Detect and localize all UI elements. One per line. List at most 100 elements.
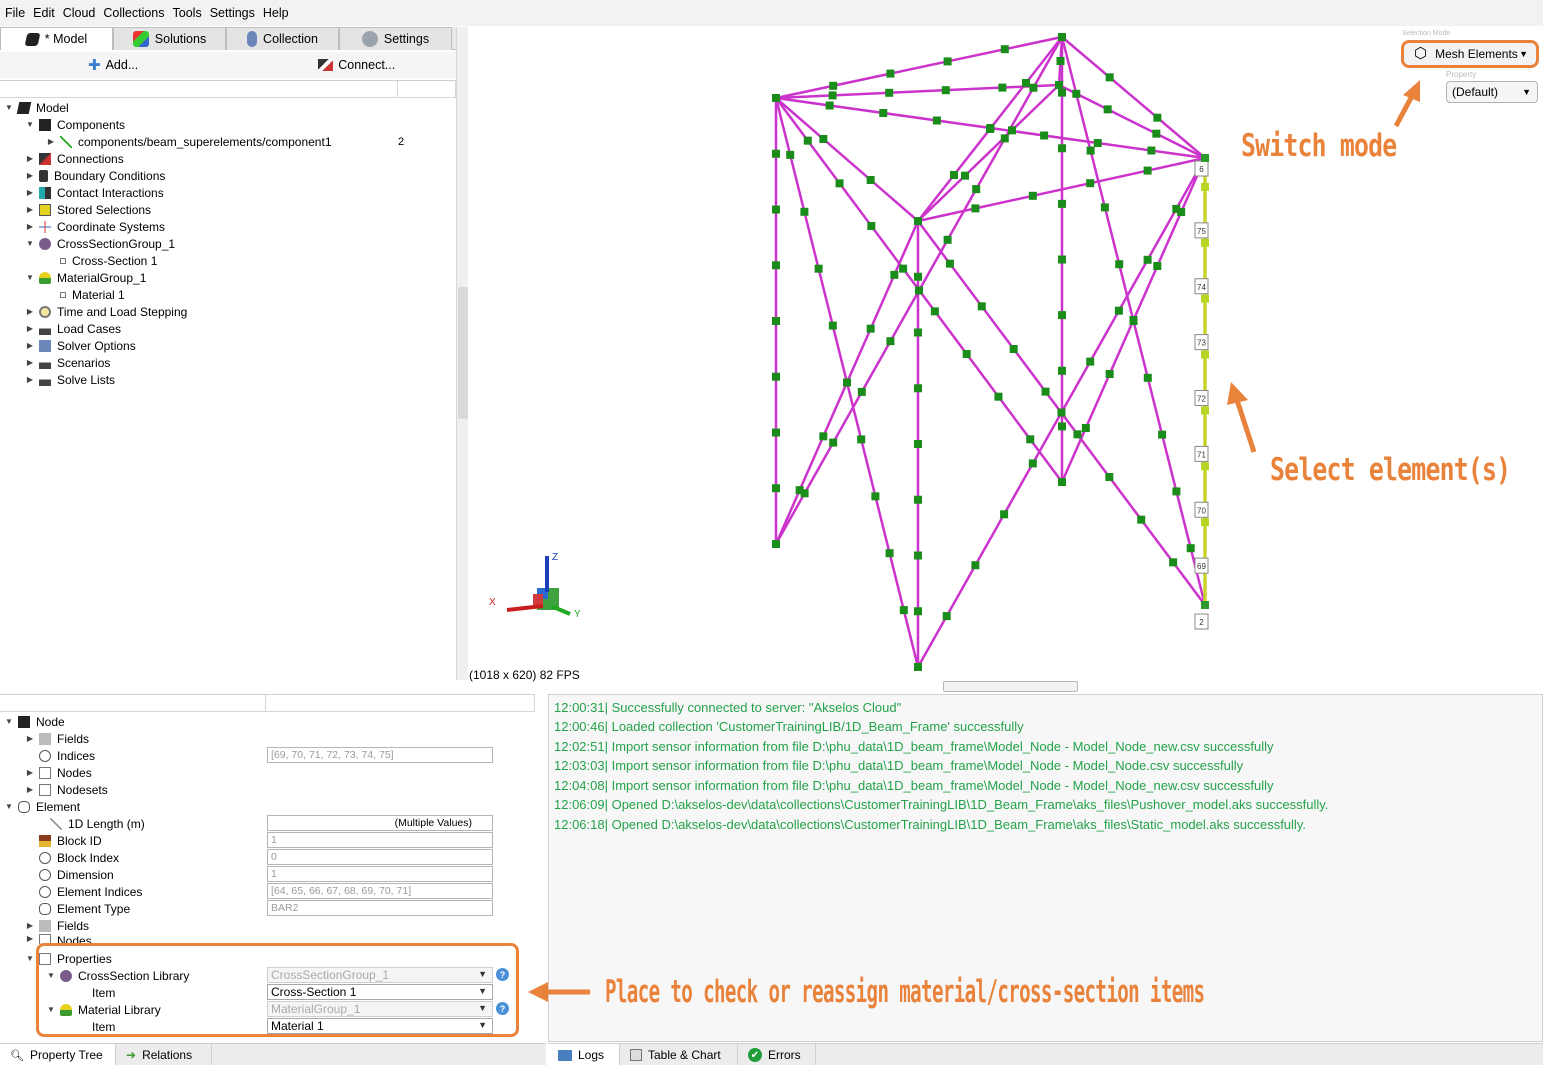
mesh-node[interactable]	[843, 378, 851, 387]
property-dropdown[interactable]: (Default) ▼	[1446, 81, 1538, 103]
mesh-node[interactable]	[1086, 357, 1095, 366]
mesh-node[interactable]	[972, 185, 981, 194]
prop-nodesets[interactable]: ▶ Nodesets	[25, 781, 108, 798]
chevron-right-icon[interactable]: ▶	[25, 222, 35, 231]
tree-item-time-load-stepping[interactable]: ▶ Time and Load Stepping	[25, 303, 187, 320]
3d-viewport[interactable]: 6 75 74 73 72 71 70 69 2	[469, 27, 1543, 682]
chevron-down-icon[interactable]: ▼	[4, 802, 14, 811]
menu-settings[interactable]: Settings	[209, 6, 262, 20]
mesh-node[interactable]	[1172, 487, 1181, 496]
mesh-node[interactable]	[1086, 146, 1095, 155]
tree-item-contact-interactions[interactable]: ▶ Contact Interactions	[25, 184, 164, 201]
mesh-node[interactable]	[914, 495, 922, 504]
mesh-node[interactable]	[871, 492, 880, 501]
mesh-node[interactable]	[772, 205, 780, 214]
mesh-node[interactable]	[1008, 126, 1016, 135]
mesh-node[interactable]	[1169, 558, 1178, 567]
selection-mode-dropdown[interactable]: ⬡ Mesh Elements ▼	[1401, 40, 1539, 68]
mesh-node[interactable]	[915, 286, 923, 295]
menu-file[interactable]: File	[4, 6, 32, 20]
mesh-node[interactable]	[1105, 73, 1114, 82]
mesh-node[interactable]	[1022, 79, 1030, 87]
menu-edit[interactable]: Edit	[32, 6, 62, 20]
tree-item-load-cases[interactable]: ▶ Load Cases	[25, 320, 121, 337]
chevron-down-icon[interactable]: ▼	[4, 103, 14, 112]
mesh-node[interactable]	[828, 321, 837, 330]
chevron-right-icon[interactable]: ▶	[25, 768, 35, 777]
chevron-right-icon[interactable]: ▶	[25, 171, 35, 180]
mesh-node[interactable]	[977, 302, 986, 311]
prop-fields-2[interactable]: ▶ Fields	[25, 917, 89, 934]
selected-end-node[interactable]	[1201, 154, 1209, 162]
selected-node[interactable]	[1201, 518, 1209, 527]
splitter-handle[interactable]	[458, 287, 468, 419]
mesh-node[interactable]	[1152, 129, 1161, 138]
prop-element[interactable]: ▼ Element	[4, 798, 80, 815]
menu-tools[interactable]: Tools	[172, 6, 209, 20]
prop-nodes[interactable]: ▶ Nodes	[25, 764, 92, 781]
tree-item-solver-options[interactable]: ▶ Solver Options	[25, 337, 136, 354]
mesh-node[interactable]	[885, 549, 894, 558]
mesh-node[interactable]	[857, 387, 866, 396]
mesh-node[interactable]	[945, 259, 954, 268]
mesh-node[interactable]	[772, 540, 780, 548]
tree-item-model[interactable]: ▼ Model	[4, 99, 69, 116]
mesh-node[interactable]	[1058, 88, 1066, 97]
mesh-node[interactable]	[1143, 255, 1152, 264]
mesh-node[interactable]	[941, 86, 950, 95]
selected-node[interactable]	[1201, 182, 1209, 191]
tree-item-component1[interactable]: ▶ components/beam_superelements/componen…	[46, 133, 456, 150]
mesh-node[interactable]	[886, 337, 895, 346]
mesh-node[interactable]	[914, 328, 922, 337]
chevron-right-icon[interactable]: ▶	[25, 734, 35, 743]
mesh-node[interactable]	[1055, 81, 1063, 89]
mesh-node[interactable]	[829, 81, 838, 90]
add-button[interactable]: ✚ Add...	[88, 56, 138, 74]
mesh-node[interactable]	[1000, 134, 1009, 143]
mesh-node[interactable]	[1058, 144, 1066, 153]
mesh-node[interactable]	[914, 384, 922, 393]
mesh-node[interactable]	[943, 57, 952, 66]
mesh-node[interactable]	[1153, 113, 1162, 122]
mesh-node[interactable]	[772, 317, 780, 325]
mesh-node[interactable]	[867, 222, 876, 230]
mesh-node[interactable]	[1105, 473, 1114, 481]
beam-element[interactable]	[775, 35, 1063, 100]
menu-help[interactable]: Help	[262, 6, 296, 20]
tree-item-cross-section-group[interactable]: ▼ CrossSectionGroup_1	[25, 235, 175, 252]
selected-node[interactable]	[1201, 406, 1209, 415]
mesh-node[interactable]	[1158, 430, 1167, 439]
mesh-node[interactable]	[1086, 179, 1095, 188]
mesh-node[interactable]	[829, 438, 838, 447]
chevron-right-icon[interactable]: ▶	[25, 205, 35, 214]
mesh-node[interactable]	[1073, 430, 1082, 439]
mesh-node[interactable]	[971, 561, 980, 570]
tree-item-material-group[interactable]: ▼ MaterialGroup_1	[25, 269, 146, 286]
mesh-node[interactable]	[1081, 424, 1090, 432]
tab-solutions[interactable]: Solutions	[113, 27, 226, 50]
mesh-node[interactable]	[1143, 373, 1152, 382]
mesh-node[interactable]	[1026, 435, 1035, 444]
mesh-node[interactable]	[1058, 478, 1066, 486]
mesh-node[interactable]	[914, 663, 922, 671]
mesh-node[interactable]	[932, 116, 941, 125]
tab-collection[interactable]: Collection	[226, 27, 339, 50]
selected-node[interactable]	[1201, 350, 1209, 359]
mesh-node[interactable]	[814, 264, 823, 273]
mesh-node[interactable]	[1058, 366, 1066, 375]
mesh-node[interactable]	[890, 270, 899, 279]
menu-cloud[interactable]: Cloud	[62, 6, 103, 20]
mesh-node[interactable]	[1009, 345, 1018, 353]
mesh-node[interactable]	[1143, 166, 1152, 175]
mesh-node[interactable]	[961, 171, 969, 180]
chevron-right-icon[interactable]: ▶	[25, 934, 35, 943]
mesh-node[interactable]	[800, 489, 809, 498]
mesh-node[interactable]	[998, 83, 1007, 92]
mesh-node[interactable]	[885, 88, 894, 97]
mesh-node[interactable]	[828, 91, 837, 100]
mesh-node[interactable]	[800, 207, 809, 216]
mesh-node[interactable]	[1058, 311, 1066, 320]
mesh-node[interactable]	[866, 176, 875, 184]
mesh-node[interactable]	[1072, 89, 1081, 98]
connect-button[interactable]: Connect...	[318, 58, 395, 72]
